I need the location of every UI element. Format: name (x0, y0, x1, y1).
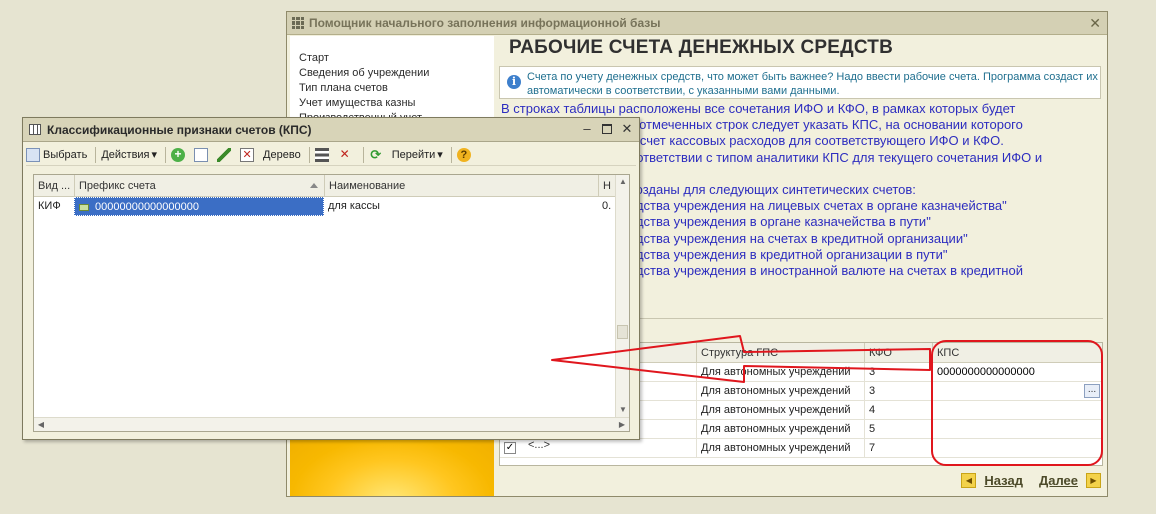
cell-kps[interactable] (932, 439, 1102, 458)
copy-icon (194, 147, 209, 162)
cell-kfo: 5 (864, 420, 932, 439)
goto-menu-button[interactable]: Перейти ▾ (391, 148, 443, 162)
vertical-scrollbar[interactable]: ▲ ▼ (615, 175, 629, 417)
plus-icon: + (171, 147, 186, 162)
table-row[interactable]: ✓ <...> Для автономных учреждений 7 (500, 439, 1102, 458)
cell-kfo: 3 (864, 382, 932, 401)
kps-window: Классификационные признаки счетов (КПС) … (22, 117, 640, 440)
goto-label: Перейти (391, 148, 436, 161)
tree-label: Дерево (263, 148, 301, 161)
scroll-up-icon[interactable]: ▲ (616, 175, 630, 189)
filter-icon (314, 147, 329, 162)
info-box: i Счета по учету денежных средств, что м… (499, 66, 1101, 99)
info-text: Счета по учету денежных средств, что мож… (527, 70, 1098, 98)
row-placeholder: <...> (528, 439, 551, 451)
row-checkbox[interactable]: ✓ (504, 442, 516, 454)
app-grid-icon (292, 17, 304, 29)
kps-list: Вид ... Префикс счета Наименование Н КИФ… (33, 174, 630, 432)
cell-kps[interactable] (932, 420, 1102, 439)
wizard-title: Помощник начального заполнения информаци… (309, 16, 661, 30)
element-icon (79, 203, 89, 211)
page-title: РАБОЧИЕ СЧЕТА ДЕНЕЖНЫХ СРЕДСТВ (509, 37, 894, 58)
cell-structure: Для автономных учреждений (696, 420, 864, 439)
select-kps-button[interactable]: ... (1084, 384, 1100, 398)
cell-kps[interactable] (932, 401, 1102, 420)
tree-button[interactable]: Дерево (263, 149, 301, 161)
col-header-kps[interactable]: КПС (932, 343, 1102, 363)
cell-kps[interactable]: 0000000000000000 (932, 363, 1102, 382)
help-button[interactable]: ? (456, 147, 474, 162)
step-item-org-info[interactable]: Сведения об учреждении (299, 66, 494, 81)
table-icon (29, 124, 41, 135)
col-header-kind[interactable]: Вид ... (34, 175, 74, 197)
add-button[interactable]: + (171, 147, 188, 162)
kps-list-header: Вид ... Префикс счета Наименование Н (34, 175, 615, 197)
cell-structure: Для автономных учреждений (696, 382, 864, 401)
step-item-treasury-assets[interactable]: Учет имущества казны (299, 96, 494, 111)
col-header-kfo[interactable]: КФО (864, 343, 932, 363)
cell-kfo: 3 (864, 363, 932, 382)
clear-filter-button[interactable]: ✕ (338, 146, 355, 162)
filter-button[interactable] (314, 147, 332, 162)
help-icon: ? (456, 147, 471, 162)
cell-kps[interactable]: ... (932, 382, 1102, 401)
col-header-gps-structure[interactable]: Структура ГПС (696, 343, 864, 363)
info-line: автоматически в соответствии, с указанны… (527, 85, 840, 97)
select-icon (26, 147, 40, 162)
clear-filter-icon: ✕ (339, 146, 350, 161)
delete-icon: ✕ (240, 147, 255, 162)
maximize-icon[interactable] (602, 124, 612, 134)
actions-menu-button[interactable]: Действия ▾ (101, 148, 158, 162)
refresh-button[interactable]: ⟳ (369, 148, 386, 162)
info-line: Счета по учету денежных средств, что мож… (527, 71, 1098, 83)
description-line: В строках таблицы расположены все сочета… (501, 101, 1016, 116)
cell-structure: Для автономных учреждений (696, 401, 864, 420)
select-button[interactable]: Выбрать (26, 147, 88, 162)
refresh-icon: ⟳ (370, 146, 382, 162)
next-button[interactable]: Далее (1039, 473, 1078, 488)
kps-window-title: Классификационные признаки счетов (КПС) (47, 122, 312, 137)
chevron-down-icon: ▾ (437, 149, 443, 161)
wizard-footer-nav: ◀ Назад Далее ▶ (961, 473, 1101, 488)
col-header-prefix[interactable]: Префикс счета (74, 175, 324, 197)
col-header-prefix-label: Префикс счета (79, 180, 156, 192)
cell-kind: КИФ (38, 200, 61, 212)
pencil-icon (217, 147, 232, 162)
kps-toolbar: Выбрать Действия ▾ + ✕ Дерево ✕ ⟳ Перейт… (26, 144, 636, 166)
edit-button[interactable] (217, 147, 234, 162)
cell-name: для кассы (328, 200, 380, 212)
wizard-decor-sun (290, 436, 494, 496)
cell-prefix-value: 00000000000000000 (95, 201, 200, 213)
step-item-chart-type[interactable]: Тип плана счетов (299, 81, 494, 96)
cell-prefix[interactable]: 00000000000000000 (74, 197, 324, 216)
horizontal-scrollbar[interactable]: ◀ ▶ (34, 417, 629, 431)
actions-label: Действия (101, 148, 150, 161)
close-icon[interactable]: ✕ (621, 122, 633, 136)
wizard-title-bar: Помощник начального заполнения информаци… (287, 12, 1107, 35)
scroll-down-icon[interactable]: ▼ (616, 403, 630, 417)
minimize-icon[interactable]: – (581, 122, 593, 136)
back-arrow-icon[interactable]: ◀ (961, 473, 977, 488)
cell-kfo: 7 (864, 439, 932, 458)
kps-title-bar: Классификационные признаки счетов (КПС) … (23, 118, 639, 142)
table-row[interactable]: КИФ 00000000000000000 для кассы 0. (34, 197, 615, 216)
select-label: Выбрать (43, 148, 88, 161)
copy-button[interactable] (194, 147, 211, 162)
cell-kfo: 4 (864, 401, 932, 420)
col-header-name[interactable]: Наименование (324, 175, 598, 197)
cell-structure: Для автономных учреждений (696, 439, 864, 458)
scroll-thumb[interactable] (617, 325, 628, 339)
sort-asc-icon (310, 183, 318, 188)
delete-button[interactable]: ✕ (240, 147, 257, 162)
wizard-close-icon[interactable]: ✕ (1089, 15, 1101, 32)
back-button[interactable]: Назад (984, 473, 1023, 488)
scroll-left-icon[interactable]: ◀ (34, 418, 48, 432)
step-item-start[interactable]: Старт (299, 51, 494, 66)
cell-structure: Для автономных учреждений (696, 363, 864, 382)
next-arrow-icon[interactable]: ▶ (1086, 473, 1101, 488)
chevron-down-icon: ▾ (151, 149, 158, 161)
info-icon: i (507, 75, 521, 89)
scroll-right-icon[interactable]: ▶ (615, 418, 629, 432)
